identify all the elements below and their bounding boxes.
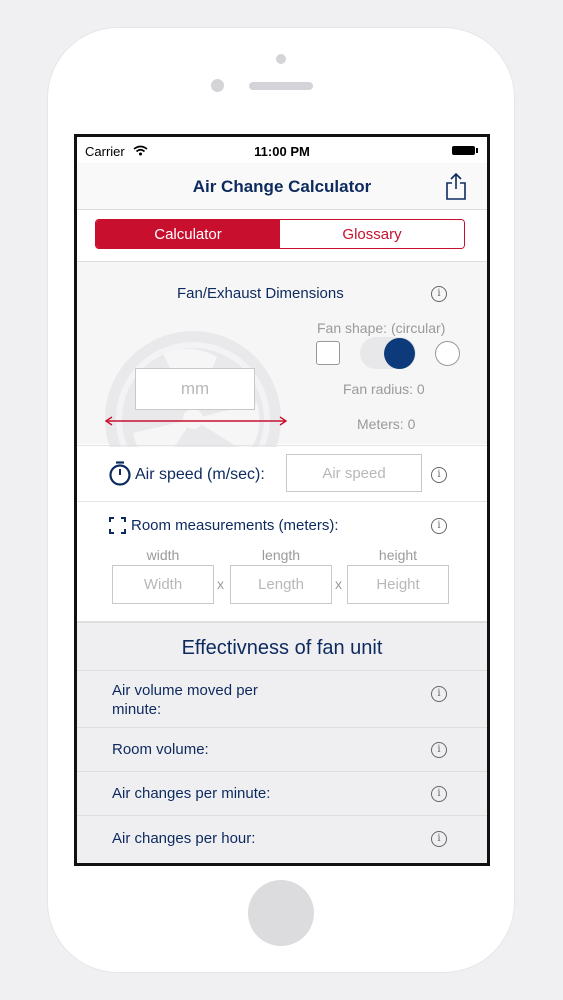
result-label: Air volume moved per minute: [112,682,258,718]
info-icon[interactable]: i [431,831,447,847]
battery-tip [476,148,478,153]
status-bar: Carrier 11:00 PM [77,137,487,163]
info-icon[interactable]: i [431,518,447,534]
effectiveness-title: Effectivness of fan unit [181,637,383,659]
fan-shape-label: Fan shape: (circular) [317,320,446,336]
result-row: Air changes per minute: i [77,771,487,816]
width-input[interactable]: Width [112,565,214,604]
share-icon[interactable] [445,172,467,200]
air-speed-input[interactable]: Air speed [286,454,422,492]
fan-radius-text: Fan radius: 0 [343,381,425,397]
sensor [211,79,224,92]
divider [77,445,487,446]
navigation-bar: Air Change Calculator [77,163,487,210]
app-screen: Carrier 11:00 PM Air Change Calculator C… [74,134,490,866]
segmented-control: Calculator Glossary [95,219,465,249]
room-label: Room measurements (meters): [131,517,339,534]
result-row: Air changes per hour: i [77,815,487,863]
height-caption: height [378,547,418,563]
info-icon[interactable]: i [431,286,447,302]
multiply-sign: x [335,576,342,592]
divider [77,501,487,502]
home-button[interactable] [248,880,314,946]
dimensions-icon [109,517,126,534]
length-input[interactable]: Length [230,565,332,604]
tab-glossary[interactable]: Glossary [280,220,464,248]
result-label: Room volume: [112,741,209,758]
fan-heading: Fan/Exhaust Dimensions [177,285,344,302]
width-caption: width [146,547,180,563]
air-speed-label: Air speed (m/sec): [135,466,265,483]
meters-text: Meters: 0 [357,416,416,432]
tab-calculator[interactable]: Calculator [96,220,280,248]
square-shape-option[interactable] [316,341,340,365]
info-icon[interactable]: i [431,742,447,758]
height-input[interactable]: Height [347,565,449,604]
fan-diameter-input[interactable]: mm [135,368,255,410]
result-label: Air changes per minute: [112,785,271,802]
shape-toggle-knob[interactable] [384,338,415,369]
stopwatch-icon [109,461,131,486]
result-row: Air volume moved per minute: i [77,670,487,728]
info-icon[interactable]: i [431,467,447,483]
info-icon[interactable]: i [431,786,447,802]
diameter-arrow-icon [104,416,288,426]
result-row: Room volume: i [77,727,487,772]
circle-shape-option[interactable] [435,341,460,366]
speaker [249,82,313,90]
page-title: Air Change Calculator [192,177,372,196]
result-label: Air changes per hour: [112,830,256,847]
camera [276,54,286,64]
length-caption: length [261,547,301,563]
battery-icon [452,146,475,155]
multiply-sign: x [217,576,224,592]
info-icon[interactable]: i [431,686,447,702]
effectiveness-section: Effectivness of fan unit Air volume move… [77,621,487,863]
clock: 11:00 PM [254,144,310,159]
